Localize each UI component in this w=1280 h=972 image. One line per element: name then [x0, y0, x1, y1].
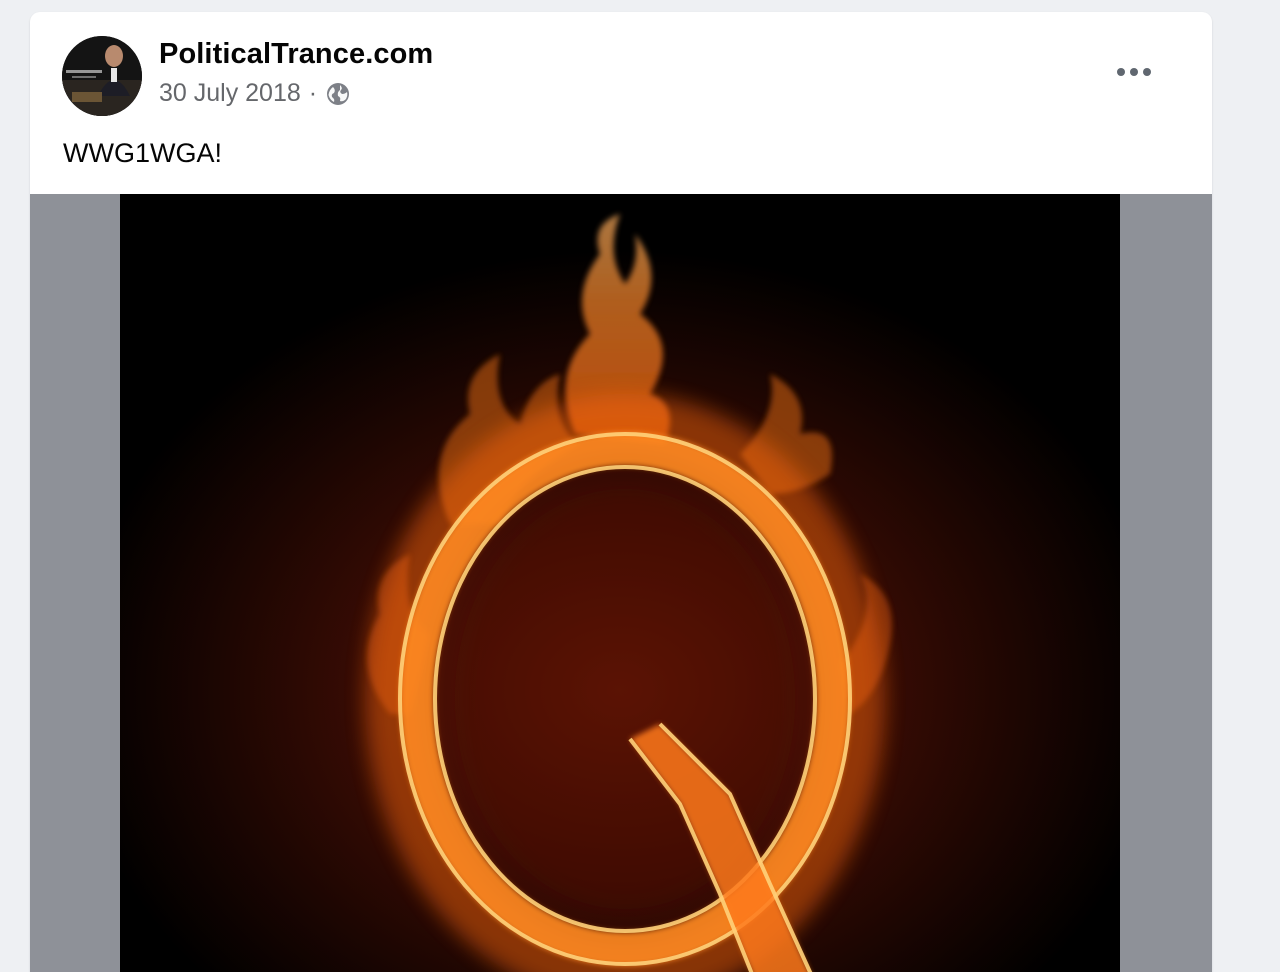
post-date-link[interactable]: 30 July 2018	[159, 79, 301, 108]
globe-icon[interactable]	[325, 81, 351, 107]
more-options-icon	[1117, 68, 1151, 76]
post-header: PoliticalTrance.com 30 July 2018 ·	[30, 12, 1212, 116]
flaming-q-letter-image	[120, 194, 1120, 972]
more-options-button[interactable]	[1106, 54, 1162, 90]
post-image[interactable]	[120, 194, 1120, 972]
post-card: PoliticalTrance.com 30 July 2018 · WWG1W…	[30, 12, 1212, 972]
post-media-container	[30, 194, 1212, 972]
post-meta: 30 July 2018 ·	[159, 79, 351, 108]
avatar-photo	[62, 36, 142, 116]
post-text: WWG1WGA!	[63, 138, 222, 168]
author-name-link[interactable]: PoliticalTrance.com	[159, 38, 433, 71]
author-avatar[interactable]	[62, 36, 142, 116]
meta-separator: ·	[308, 79, 318, 107]
